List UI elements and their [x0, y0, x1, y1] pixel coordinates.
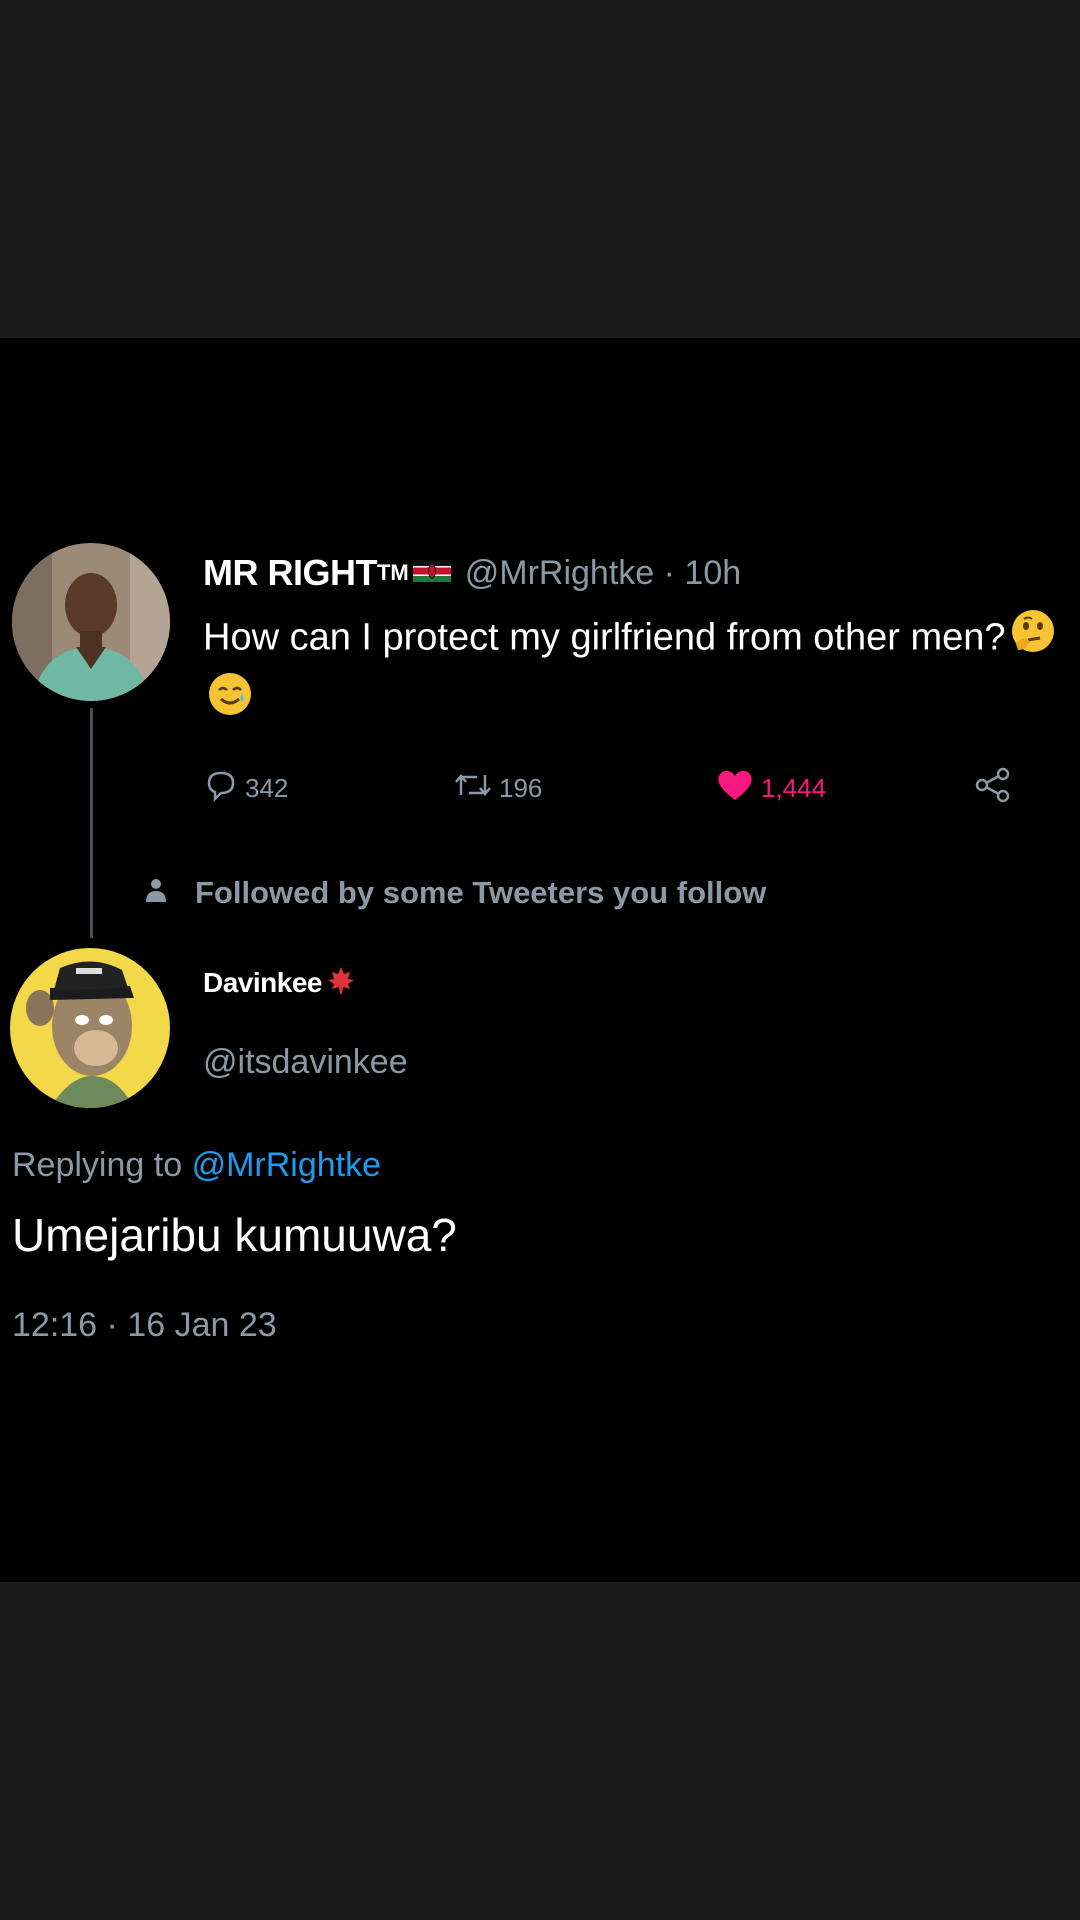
retweet-icon: [453, 767, 493, 810]
kenya-flag-icon: [412, 559, 451, 587]
retweet-button[interactable]: 196: [453, 758, 542, 818]
tweet-header: MR RIGHT TM @MrRightke · 10h: [203, 543, 741, 603]
reply-handle[interactable]: @itsdavinkee: [203, 1043, 408, 1082]
reply-button[interactable]: 342: [203, 758, 288, 818]
thread-connector-line: [90, 708, 93, 938]
reply-icon: [203, 767, 239, 810]
avatar[interactable]: [10, 948, 170, 1108]
like-button[interactable]: 1,444: [715, 758, 826, 818]
top-letterbox: [0, 0, 1080, 338]
reply-display-name: Davinkee: [203, 967, 322, 998]
display-name[interactable]: MR RIGHT: [203, 552, 377, 594]
smiling-face-with-tear-icon: [207, 671, 253, 734]
reply-timestamp[interactable]: 12:16 · 16 Jan 23: [12, 1306, 277, 1345]
heart-icon: [715, 767, 755, 810]
handle-and-time[interactable]: @MrRightke · 10h: [465, 554, 741, 593]
thinking-face-icon: [1010, 608, 1056, 671]
replying-to-label: Replying to: [12, 1146, 183, 1184]
avatar[interactable]: [12, 543, 170, 701]
reply-count: 342: [245, 772, 289, 803]
replying-to: Replying to @MrRightke: [12, 1146, 381, 1185]
bottom-letterbox: [0, 1582, 1080, 1920]
tweet-body: How can I protect my girlfriend from oth…: [203, 608, 1080, 734]
like-count: 1,444: [761, 772, 827, 803]
replying-to-mention[interactable]: @MrRightke: [192, 1146, 381, 1184]
tweet-screenshot: MR RIGHT TM @MrRightke · 10h How can I p…: [0, 338, 1080, 1582]
maple-leaf-icon: [326, 965, 356, 1002]
retweet-count: 196: [499, 772, 543, 803]
reply-author[interactable]: Davinkee: [203, 958, 356, 1008]
share-button[interactable]: [973, 758, 1013, 818]
followed-by-text: Followed by some Tweeters you follow: [195, 875, 767, 910]
reply-text: Umejaribu kumuuwa?: [12, 1209, 457, 1261]
tweet-text: How can I protect my girlfriend from oth…: [203, 616, 1006, 659]
tweet-actions: 342 196 1,444: [203, 758, 1023, 818]
share-icon: [973, 765, 1013, 812]
person-icon: [145, 875, 167, 911]
social-context: Followed by some Tweeters you follow: [145, 868, 766, 918]
trademark-symbol: TM: [376, 560, 409, 585]
